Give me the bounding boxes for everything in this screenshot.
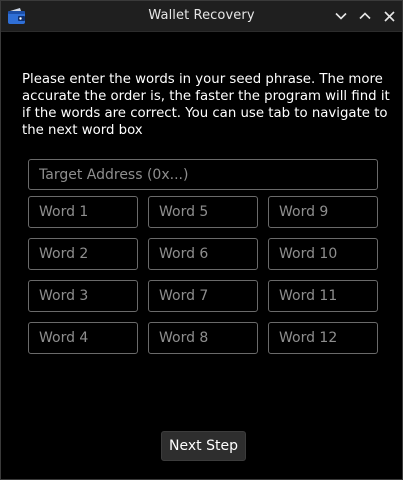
- word-6-input[interactable]: [148, 238, 258, 270]
- target-address-input[interactable]: [28, 159, 378, 190]
- close-icon: [383, 10, 395, 22]
- word-1-input[interactable]: [28, 196, 138, 228]
- minimize-button[interactable]: [332, 7, 350, 25]
- next-step-button[interactable]: Next Step: [161, 431, 246, 461]
- word-4-input[interactable]: [28, 322, 138, 354]
- word-12-input[interactable]: [268, 322, 378, 354]
- chevron-down-icon: [335, 12, 347, 20]
- word-7-input[interactable]: [148, 280, 258, 312]
- instructions-text: Please enter the words in your seed phra…: [22, 72, 390, 138]
- title-bar[interactable]: Wallet Recovery: [1, 1, 402, 32]
- word-2-input[interactable]: [28, 238, 138, 270]
- word-3-input[interactable]: [28, 280, 138, 312]
- chevron-up-icon: [359, 12, 371, 20]
- word-10-input[interactable]: [268, 238, 378, 270]
- maximize-button[interactable]: [356, 7, 374, 25]
- word-9-input[interactable]: [268, 196, 378, 228]
- word-5-input[interactable]: [148, 196, 258, 228]
- wallet-recovery-window: Wallet Recovery Please enter the words i…: [0, 0, 403, 480]
- close-button[interactable]: [380, 7, 398, 25]
- word-8-input[interactable]: [148, 322, 258, 354]
- word-11-input[interactable]: [268, 280, 378, 312]
